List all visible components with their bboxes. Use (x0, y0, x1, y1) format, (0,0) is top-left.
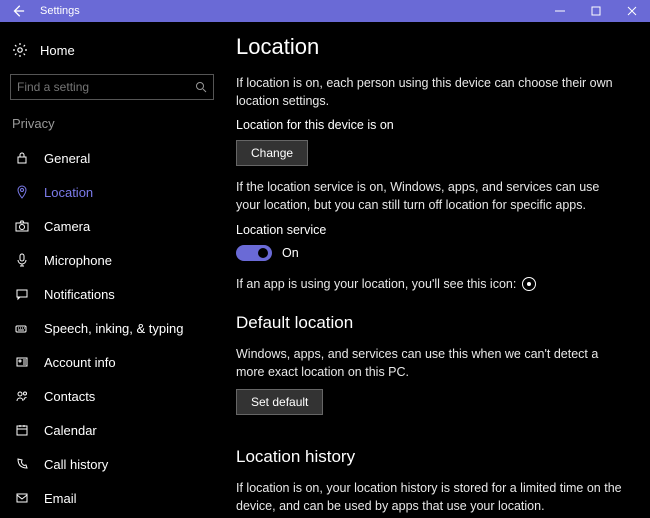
history-text: If location is on, your location history… (236, 479, 622, 515)
lock-icon (12, 151, 32, 165)
contacts-icon (12, 389, 32, 403)
sidebar-item-label: Email (44, 491, 77, 506)
microphone-icon (12, 253, 32, 267)
sidebar-item-label: Account info (44, 355, 116, 370)
titlebar: Settings (0, 0, 650, 22)
device-label: Location for this device is on (236, 118, 622, 132)
search-icon (195, 81, 207, 93)
sidebar-item-microphone[interactable]: Microphone (10, 243, 214, 277)
main-content[interactable]: Location If location is on, each person … (224, 22, 650, 518)
sidebar-item-email[interactable]: Email (10, 481, 214, 515)
account-icon (12, 355, 32, 369)
maximize-button[interactable] (578, 0, 614, 22)
toggle-state: On (282, 246, 299, 260)
search-box[interactable] (10, 74, 214, 100)
page-title: Location (236, 34, 622, 60)
minimize-button[interactable] (542, 0, 578, 22)
setdefault-button[interactable]: Set default (236, 389, 323, 415)
sidebar-item-label: Camera (44, 219, 90, 234)
sidebar-item-general[interactable]: General (10, 141, 214, 175)
service-text: If the location service is on, Windows, … (236, 178, 622, 214)
group-header: Privacy (10, 116, 214, 131)
phone-icon (12, 457, 32, 471)
search-input[interactable] (17, 80, 195, 94)
gear-icon (10, 42, 30, 58)
home-button[interactable]: Home (10, 34, 214, 66)
service-label: Location service (236, 223, 622, 237)
sidebar-item-label: General (44, 151, 90, 166)
sidebar-item-label: Contacts (44, 389, 95, 404)
camera-icon (12, 219, 32, 233)
icon-text: If an app is using your location, you'll… (236, 275, 622, 293)
location-toggle[interactable] (236, 245, 272, 261)
sidebar-item-account[interactable]: Account info (10, 345, 214, 379)
home-label: Home (40, 43, 75, 58)
location-usage-icon (522, 277, 536, 291)
location-icon (12, 185, 32, 199)
close-button[interactable] (614, 0, 650, 22)
email-icon (12, 491, 32, 505)
sidebar-item-label: Notifications (44, 287, 115, 302)
history-heading: Location history (236, 447, 622, 467)
default-text: Windows, apps, and services can use this… (236, 345, 622, 381)
notifications-icon (12, 287, 32, 301)
sidebar-item-label: Calendar (44, 423, 97, 438)
speech-icon (12, 321, 32, 335)
sidebar-item-speech[interactable]: Speech, inking, & typing (10, 311, 214, 345)
sidebar-item-label: Location (44, 185, 93, 200)
change-button[interactable]: Change (236, 140, 308, 166)
sidebar-item-label: Call history (44, 457, 108, 472)
sidebar-item-camera[interactable]: Camera (10, 209, 214, 243)
sidebar-item-label: Speech, inking, & typing (44, 321, 183, 336)
sidebar-item-location[interactable]: Location (10, 175, 214, 209)
intro-text: If location is on, each person using thi… (236, 74, 622, 110)
back-button[interactable] (0, 0, 36, 22)
window-title: Settings (40, 5, 80, 17)
sidebar-item-notifications[interactable]: Notifications (10, 277, 214, 311)
sidebar: Home Privacy General Location Camera Mic… (0, 22, 224, 518)
sidebar-item-label: Microphone (44, 253, 112, 268)
calendar-icon (12, 423, 32, 437)
sidebar-item-calendar[interactable]: Calendar (10, 413, 214, 447)
sidebar-item-contacts[interactable]: Contacts (10, 379, 214, 413)
sidebar-item-callhistory[interactable]: Call history (10, 447, 214, 481)
default-heading: Default location (236, 313, 622, 333)
